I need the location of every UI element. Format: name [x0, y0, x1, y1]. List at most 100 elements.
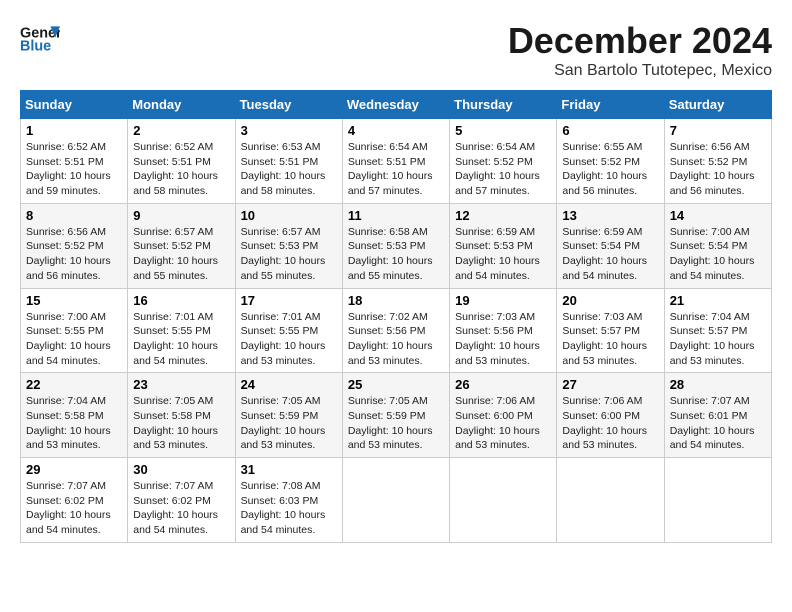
day-header-wednesday: Wednesday: [342, 91, 449, 119]
day-number: 8: [26, 208, 122, 223]
day-number: 3: [241, 123, 337, 138]
day-info: Sunrise: 7:05 AMSunset: 5:59 PMDaylight:…: [348, 395, 433, 451]
day-info: Sunrise: 6:55 AMSunset: 5:52 PMDaylight:…: [562, 141, 647, 197]
day-number: 16: [133, 293, 229, 308]
calendar-cell: [664, 458, 771, 543]
calendar-cell: 11 Sunrise: 6:58 AMSunset: 5:53 PMDaylig…: [342, 203, 449, 288]
day-number: 1: [26, 123, 122, 138]
header-section: General Blue December 2024 San Bartolo T…: [20, 20, 772, 80]
day-number: 4: [348, 123, 444, 138]
day-number: 21: [670, 293, 766, 308]
calendar-header-row: SundayMondayTuesdayWednesdayThursdayFrid…: [21, 91, 772, 119]
svg-text:Blue: Blue: [20, 38, 51, 54]
location-title: San Bartolo Tutotepec, Mexico: [508, 62, 772, 80]
day-number: 20: [562, 293, 658, 308]
calendar-cell: 12 Sunrise: 6:59 AMSunset: 5:53 PMDaylig…: [450, 203, 557, 288]
day-number: 9: [133, 208, 229, 223]
day-info: Sunrise: 7:02 AMSunset: 5:56 PMDaylight:…: [348, 311, 433, 367]
day-info: Sunrise: 7:03 AMSunset: 5:57 PMDaylight:…: [562, 311, 647, 367]
calendar-cell: 31 Sunrise: 7:08 AMSunset: 6:03 PMDaylig…: [235, 458, 342, 543]
calendar-cell: 1 Sunrise: 6:52 AMSunset: 5:51 PMDayligh…: [21, 119, 128, 204]
day-info: Sunrise: 7:08 AMSunset: 6:03 PMDaylight:…: [241, 480, 326, 536]
day-number: 28: [670, 377, 766, 392]
day-info: Sunrise: 7:07 AMSunset: 6:02 PMDaylight:…: [133, 480, 218, 536]
calendar-cell: 21 Sunrise: 7:04 AMSunset: 5:57 PMDaylig…: [664, 288, 771, 373]
day-info: Sunrise: 7:06 AMSunset: 6:00 PMDaylight:…: [562, 395, 647, 451]
calendar-cell: 22 Sunrise: 7:04 AMSunset: 5:58 PMDaylig…: [21, 373, 128, 458]
day-info: Sunrise: 7:04 AMSunset: 5:58 PMDaylight:…: [26, 395, 111, 451]
calendar-cell: 2 Sunrise: 6:52 AMSunset: 5:51 PMDayligh…: [128, 119, 235, 204]
day-info: Sunrise: 7:06 AMSunset: 6:00 PMDaylight:…: [455, 395, 540, 451]
day-info: Sunrise: 7:04 AMSunset: 5:57 PMDaylight:…: [670, 311, 755, 367]
calendar-cell: 27 Sunrise: 7:06 AMSunset: 6:00 PMDaylig…: [557, 373, 664, 458]
day-number: 24: [241, 377, 337, 392]
logo: General Blue: [20, 20, 64, 60]
week-row-1: 1 Sunrise: 6:52 AMSunset: 5:51 PMDayligh…: [21, 119, 772, 204]
calendar-cell: 10 Sunrise: 6:57 AMSunset: 5:53 PMDaylig…: [235, 203, 342, 288]
day-header-saturday: Saturday: [664, 91, 771, 119]
week-row-4: 22 Sunrise: 7:04 AMSunset: 5:58 PMDaylig…: [21, 373, 772, 458]
day-info: Sunrise: 7:05 AMSunset: 5:59 PMDaylight:…: [241, 395, 326, 451]
day-number: 14: [670, 208, 766, 223]
calendar-cell: 28 Sunrise: 7:07 AMSunset: 6:01 PMDaylig…: [664, 373, 771, 458]
calendar-cell: 25 Sunrise: 7:05 AMSunset: 5:59 PMDaylig…: [342, 373, 449, 458]
day-info: Sunrise: 6:59 AMSunset: 5:53 PMDaylight:…: [455, 226, 540, 282]
day-number: 11: [348, 208, 444, 223]
day-number: 19: [455, 293, 551, 308]
day-info: Sunrise: 6:59 AMSunset: 5:54 PMDaylight:…: [562, 226, 647, 282]
day-number: 23: [133, 377, 229, 392]
calendar-cell: 13 Sunrise: 6:59 AMSunset: 5:54 PMDaylig…: [557, 203, 664, 288]
day-info: Sunrise: 7:00 AMSunset: 5:54 PMDaylight:…: [670, 226, 755, 282]
day-number: 29: [26, 462, 122, 477]
calendar-cell: 14 Sunrise: 7:00 AMSunset: 5:54 PMDaylig…: [664, 203, 771, 288]
calendar-cell: 18 Sunrise: 7:02 AMSunset: 5:56 PMDaylig…: [342, 288, 449, 373]
day-number: 15: [26, 293, 122, 308]
day-header-sunday: Sunday: [21, 91, 128, 119]
week-row-3: 15 Sunrise: 7:00 AMSunset: 5:55 PMDaylig…: [21, 288, 772, 373]
day-info: Sunrise: 6:57 AMSunset: 5:53 PMDaylight:…: [241, 226, 326, 282]
day-info: Sunrise: 6:56 AMSunset: 5:52 PMDaylight:…: [670, 141, 755, 197]
calendar-cell: 17 Sunrise: 7:01 AMSunset: 5:55 PMDaylig…: [235, 288, 342, 373]
day-info: Sunrise: 6:52 AMSunset: 5:51 PMDaylight:…: [26, 141, 111, 197]
day-info: Sunrise: 6:57 AMSunset: 5:52 PMDaylight:…: [133, 226, 218, 282]
day-info: Sunrise: 7:01 AMSunset: 5:55 PMDaylight:…: [241, 311, 326, 367]
day-info: Sunrise: 6:53 AMSunset: 5:51 PMDaylight:…: [241, 141, 326, 197]
day-info: Sunrise: 6:52 AMSunset: 5:51 PMDaylight:…: [133, 141, 218, 197]
day-header-monday: Monday: [128, 91, 235, 119]
day-number: 25: [348, 377, 444, 392]
day-info: Sunrise: 7:03 AMSunset: 5:56 PMDaylight:…: [455, 311, 540, 367]
calendar-cell: 23 Sunrise: 7:05 AMSunset: 5:58 PMDaylig…: [128, 373, 235, 458]
month-title: December 2024: [508, 20, 772, 62]
day-number: 10: [241, 208, 337, 223]
day-header-friday: Friday: [557, 91, 664, 119]
day-info: Sunrise: 6:54 AMSunset: 5:52 PMDaylight:…: [455, 141, 540, 197]
calendar-cell: 3 Sunrise: 6:53 AMSunset: 5:51 PMDayligh…: [235, 119, 342, 204]
day-number: 18: [348, 293, 444, 308]
calendar-table: SundayMondayTuesdayWednesdayThursdayFrid…: [20, 90, 772, 543]
calendar-cell: 6 Sunrise: 6:55 AMSunset: 5:52 PMDayligh…: [557, 119, 664, 204]
day-number: 13: [562, 208, 658, 223]
day-number: 31: [241, 462, 337, 477]
day-info: Sunrise: 6:56 AMSunset: 5:52 PMDaylight:…: [26, 226, 111, 282]
calendar-cell: 15 Sunrise: 7:00 AMSunset: 5:55 PMDaylig…: [21, 288, 128, 373]
day-info: Sunrise: 7:05 AMSunset: 5:58 PMDaylight:…: [133, 395, 218, 451]
day-number: 17: [241, 293, 337, 308]
day-header-thursday: Thursday: [450, 91, 557, 119]
calendar-cell: 4 Sunrise: 6:54 AMSunset: 5:51 PMDayligh…: [342, 119, 449, 204]
day-number: 7: [670, 123, 766, 138]
calendar-cell: 26 Sunrise: 7:06 AMSunset: 6:00 PMDaylig…: [450, 373, 557, 458]
calendar-cell: [342, 458, 449, 543]
day-info: Sunrise: 7:07 AMSunset: 6:02 PMDaylight:…: [26, 480, 111, 536]
calendar-cell: 5 Sunrise: 6:54 AMSunset: 5:52 PMDayligh…: [450, 119, 557, 204]
day-number: 12: [455, 208, 551, 223]
calendar-cell: [450, 458, 557, 543]
day-number: 26: [455, 377, 551, 392]
title-section: December 2024 San Bartolo Tutotepec, Mex…: [508, 20, 772, 80]
day-info: Sunrise: 6:58 AMSunset: 5:53 PMDaylight:…: [348, 226, 433, 282]
day-number: 6: [562, 123, 658, 138]
day-info: Sunrise: 7:01 AMSunset: 5:55 PMDaylight:…: [133, 311, 218, 367]
calendar-cell: 8 Sunrise: 6:56 AMSunset: 5:52 PMDayligh…: [21, 203, 128, 288]
calendar-cell: 29 Sunrise: 7:07 AMSunset: 6:02 PMDaylig…: [21, 458, 128, 543]
day-info: Sunrise: 6:54 AMSunset: 5:51 PMDaylight:…: [348, 141, 433, 197]
calendar-cell: 9 Sunrise: 6:57 AMSunset: 5:52 PMDayligh…: [128, 203, 235, 288]
